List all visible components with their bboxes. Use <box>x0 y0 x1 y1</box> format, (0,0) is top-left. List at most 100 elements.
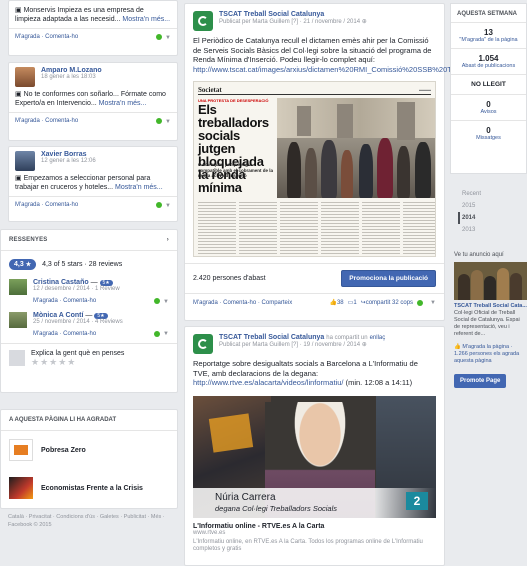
ad-like-link[interactable]: 👍 M'agrada la pàgina · 1.266 persones el… <box>454 344 527 365</box>
page-logo <box>9 439 33 461</box>
chevron-down-icon[interactable]: ▼ <box>165 203 171 209</box>
share-icon: ↪ <box>360 300 366 306</box>
review-prompt[interactable]: Explica la gent què en penses <box>31 350 124 357</box>
like-count[interactable]: 👍38 <box>329 299 343 306</box>
left-post-1: ▣ Monservis Impieza es una empresa de li… <box>8 0 178 56</box>
share-count[interactable]: ↪compartit 32 cops <box>361 299 413 306</box>
stat-notifications[interactable]: 0 Avisos <box>451 95 526 121</box>
year-2015[interactable]: 2015 <box>458 200 520 212</box>
ad-preview-image[interactable] <box>454 262 527 300</box>
more-link[interactable]: Mostra'n més... <box>99 100 147 107</box>
year-2013[interactable]: 2013 <box>458 224 520 236</box>
reviews-title[interactable]: RESSENYES <box>9 237 47 243</box>
liked-title: A AQUESTA PÀGINA LI HA AGRADAT <box>1 410 177 431</box>
avatar[interactable] <box>15 67 35 87</box>
ad-page-name[interactable]: TSCAT Treball Social Cata... <box>454 303 527 310</box>
this-week-title: AQUESTA SETMANA <box>451 4 526 23</box>
stat-likes[interactable]: 13 "M'agrada" de la pàgina <box>451 23 526 49</box>
timeline-years: Recent 2015 2014 2013 <box>458 188 520 236</box>
post-meta[interactable]: Publicat per Marta Guillem [?] · 21 / no… <box>219 19 360 25</box>
avatar[interactable] <box>9 311 27 328</box>
author-name[interactable]: Amparo M.Lozano <box>41 67 102 74</box>
comment-link[interactable]: Comenta-ho <box>45 118 78 124</box>
like-link[interactable]: M'agrada <box>193 300 218 306</box>
post-text: Reportatge sobre desigualtats socials a … <box>193 359 418 378</box>
avatar[interactable] <box>9 279 27 295</box>
comment-link[interactable]: Comenta-ho <box>63 331 96 337</box>
page-name[interactable]: TSCAT Treball Social Catalunya <box>219 334 324 341</box>
link-preview[interactable]: L'Informatiu online - RTVE.es A la Carta… <box>185 518 444 553</box>
reviewer-name[interactable]: Mònica A Contí <box>33 312 83 319</box>
review-item: Cristina Castaño — 5★ 12 / desembre / 20… <box>1 274 177 295</box>
chevron-down-icon[interactable]: ▼ <box>163 331 169 337</box>
newspaper-headline: Els treballadors socials jutgen bloqueja… <box>198 102 269 195</box>
status-dot-icon <box>156 34 163 40</box>
stat-reach[interactable]: 1.054 Abast de publicacions <box>451 49 526 75</box>
shared-link[interactable]: enllaç <box>370 335 386 341</box>
page-name[interactable]: TSCAT Treball Social Catalunya <box>219 11 367 18</box>
comment-count[interactable]: ▭1 <box>348 299 357 306</box>
star-rating-input[interactable]: ★★★★★ <box>31 357 124 368</box>
reviewer-name[interactable]: Cristina Castaño <box>33 279 89 286</box>
newspaper-masthead: Societat <box>198 85 222 94</box>
left-column: ▣ Monservis Impieza es una empresa de li… <box>0 0 178 566</box>
like-link[interactable]: M'agrada <box>33 298 58 304</box>
rating-summary: 4,3 of 5 stars · 28 reviews <box>42 261 123 268</box>
year-2014[interactable]: 2014 <box>458 212 520 224</box>
promote-post-button[interactable]: Promociona la publicació <box>341 270 436 287</box>
stat-messages[interactable]: 0 Missatges <box>451 121 526 146</box>
like-link[interactable]: M'agrada <box>15 34 40 40</box>
like-link[interactable]: M'agrada <box>15 202 40 208</box>
more-link[interactable]: Mostra'n més... <box>115 184 163 191</box>
comment-link[interactable]: Comenta-ho <box>63 298 96 304</box>
chevron-down-icon[interactable]: ▼ <box>163 299 169 305</box>
video-thumbnail[interactable]: Núria Carrera degana Col·legi Treballado… <box>193 395 436 518</box>
post-time[interactable]: 18 gener a les 18:03 <box>41 74 102 80</box>
avatar[interactable] <box>15 151 35 171</box>
write-review[interactable]: Explica la gent què en penses ★★★★★ <box>1 343 177 374</box>
post-meta[interactable]: Publicat per Marta Guillem [?] · 19 / no… <box>219 342 360 348</box>
status-dot-icon <box>154 330 161 337</box>
page-avatar[interactable] <box>193 11 213 31</box>
comment-link[interactable]: Comenta-ho <box>223 300 256 306</box>
newspaper-text-columns <box>198 202 435 256</box>
link-domain: www.rtve.es <box>193 529 226 536</box>
share-link[interactable]: Comparteix <box>262 300 293 306</box>
tve2-channel-logo: 2 <box>406 491 428 510</box>
comment-link[interactable]: Comenta-ho <box>45 34 78 40</box>
comment-link[interactable]: Comenta-ho <box>45 202 78 208</box>
post-text: ▣ Empezamos a seleccionar personal para … <box>15 175 163 191</box>
more-link[interactable]: Mostra'n més... <box>122 16 170 23</box>
liked-page-name[interactable]: Economistas Frente a la Crisis <box>41 485 143 492</box>
chevron-right-icon[interactable]: › <box>167 237 169 243</box>
post-link[interactable]: http://www.rtve.es/alacarta/videos/linfo… <box>193 378 343 387</box>
year-recent[interactable]: Recent <box>458 188 520 200</box>
chevron-down-icon[interactable]: ▼ <box>165 35 171 41</box>
liked-page-name[interactable]: Pobresa Zero <box>41 447 86 454</box>
post-reach[interactable]: 2.420 persones d'abast <box>193 275 266 282</box>
avatar <box>9 350 25 367</box>
promote-page-button[interactable]: Promote Page <box>454 374 507 388</box>
page-avatar[interactable] <box>193 334 213 354</box>
feed-post: TSCAT Treball Social Catalunya Publicat … <box>184 3 517 321</box>
chevron-down-icon[interactable]: ▼ <box>165 119 171 125</box>
like-link[interactable]: M'agrada <box>33 331 58 337</box>
status-dot-icon <box>156 202 163 208</box>
chevron-down-icon[interactable]: ▼ <box>430 300 436 306</box>
review-item: Mònica A Contí — 5★ 25 / novembre / 2014… <box>1 307 177 328</box>
post-time[interactable]: 12 gener a les 12:06 <box>41 158 96 164</box>
newspaper-clipping-image[interactable]: Societat ▬▬▬ UNA PROTESTA DE DESESPERACI… <box>193 81 436 257</box>
post-actions: M'agrada · Comenta-ho ▼ <box>9 28 177 46</box>
link-description: L'Informatiu online, en RTVE.es A la Car… <box>193 538 423 552</box>
liked-page-item[interactable]: Pobresa Zero <box>1 431 177 469</box>
status-dot-icon <box>417 299 424 306</box>
footer-links[interactable]: Català · Privacitat · Condicions d'ús · … <box>8 513 173 529</box>
post-actions: M'agrada · Comenta-ho · Comparteix 👍38 ▭… <box>185 293 444 311</box>
video-lower-third-name: Núria Carrera <box>215 491 276 503</box>
author-name[interactable]: Xavier Borras <box>41 151 96 158</box>
link-title[interactable]: L'Informatiu online - RTVE.es A la Carta <box>193 523 436 530</box>
post-body: Reportatge sobre desigualtats socials a … <box>185 354 444 393</box>
post-text: ▣ Monservis Impieza es una empresa de li… <box>15 7 171 23</box>
liked-page-item[interactable]: Economistas Frente a la Crisis <box>1 469 177 507</box>
like-link[interactable]: M'agrada <box>15 118 40 124</box>
